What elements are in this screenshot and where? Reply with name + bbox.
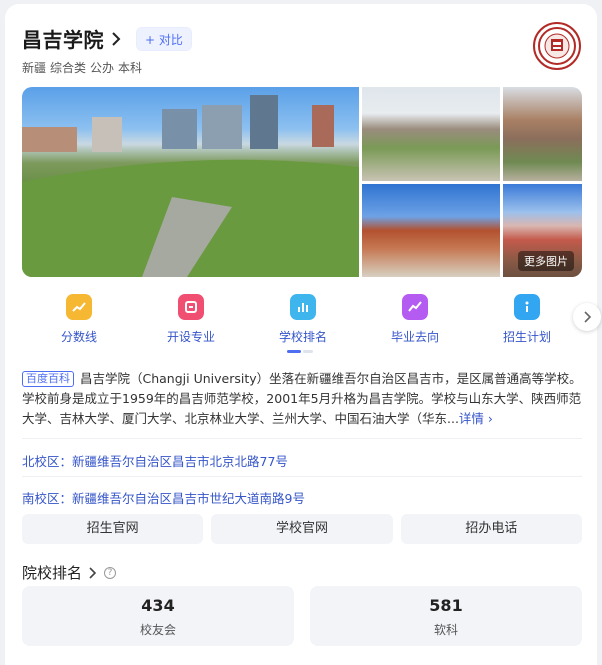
ranking-value: 581 bbox=[429, 596, 463, 615]
nav-item-enroll-plan[interactable]: 招生计划 bbox=[487, 294, 567, 345]
admissions-phone-button[interactable]: 招办电话 bbox=[400, 514, 582, 544]
chevron-right-icon bbox=[584, 311, 592, 323]
help-icon[interactable]: ? bbox=[104, 566, 117, 579]
tag-region: 新疆 bbox=[22, 61, 47, 75]
campus-south[interactable]: 南校区：新疆维吾尔自治区昌吉市世纪大道南路9号 bbox=[22, 488, 305, 507]
chevron-right-icon bbox=[89, 566, 97, 579]
nav-page-indicator-active bbox=[287, 350, 301, 353]
quick-nav: 分数线 开设专业 学校排名 毕业去向 招生计划 bbox=[22, 294, 582, 354]
nav-next-button[interactable] bbox=[573, 303, 601, 331]
nav-item-ranking[interactable]: 学校排名 bbox=[263, 294, 343, 345]
ranking-source: 校友会 bbox=[139, 623, 176, 637]
photo-gallery[interactable]: 更多图片 bbox=[22, 87, 582, 277]
divider bbox=[22, 476, 582, 477]
enroll-plan-icon bbox=[514, 294, 540, 320]
nav-label-enroll-plan: 招生计划 bbox=[502, 330, 551, 344]
card-header: 昌吉学院 + 对比 新疆 综合类 公办 本科 bbox=[22, 24, 192, 76]
tag-type: 综合类 bbox=[50, 61, 87, 75]
ranking-header[interactable]: 院校排名 ? bbox=[22, 562, 117, 583]
campus-photo-2[interactable] bbox=[362, 87, 500, 181]
major-icon bbox=[178, 294, 204, 320]
more-photos-button[interactable]: 更多图片 bbox=[518, 251, 574, 271]
school-site-button[interactable]: 学校官网 bbox=[211, 514, 393, 544]
link-buttons: 招生官网 学校官网 招办电话 bbox=[22, 514, 582, 544]
nav-label-career: 毕业去向 bbox=[390, 330, 439, 344]
ranking-icon bbox=[290, 294, 316, 320]
college-logo bbox=[533, 22, 581, 70]
nav-item-score-line[interactable]: 分数线 bbox=[39, 294, 119, 345]
ranking-source: 软科 bbox=[433, 623, 458, 637]
ranking-title: 院校排名 bbox=[22, 564, 83, 582]
chevron-right-icon[interactable] bbox=[110, 31, 122, 46]
nav-page-indicator bbox=[303, 350, 313, 353]
admissions-site-button[interactable]: 招生官网 bbox=[22, 514, 204, 544]
divider bbox=[22, 438, 582, 439]
tag-level: 本科 bbox=[118, 61, 143, 75]
college-title[interactable]: 昌吉学院 bbox=[22, 24, 104, 53]
intro-text: 昌吉学院（Changji University）坐落在新疆维吾尔自治区昌吉市，是… bbox=[22, 371, 582, 426]
ranking-card-shanghai[interactable]: 581 软科 bbox=[310, 586, 582, 646]
career-icon bbox=[402, 294, 428, 320]
nav-item-majors[interactable]: 开设专业 bbox=[151, 294, 231, 345]
source-tag[interactable]: 百度百科 bbox=[22, 371, 74, 387]
ranking-value: 434 bbox=[141, 596, 175, 615]
ranking-card-alumni[interactable]: 434 校友会 bbox=[22, 586, 294, 646]
campus-photo-4[interactable] bbox=[362, 184, 500, 277]
college-emblem-icon bbox=[538, 27, 576, 65]
college-card: 昌吉学院 + 对比 新疆 综合类 公办 本科 更多图片 分数线 开设专业 学校排… bbox=[5, 4, 601, 665]
tag-ownership: 公办 bbox=[90, 61, 115, 75]
nav-label-majors: 开设专业 bbox=[166, 330, 215, 344]
college-intro: 百度百科 昌吉学院（Changji University）坐落在新疆维吾尔自治区昌… bbox=[22, 369, 582, 429]
intro-more-link[interactable]: 详情 › bbox=[459, 411, 493, 426]
campus-photo-main[interactable] bbox=[22, 87, 359, 277]
nav-item-career[interactable]: 毕业去向 bbox=[375, 294, 455, 345]
campus-north[interactable]: 北校区：新疆维吾尔自治区昌吉市北京北路77号 bbox=[22, 451, 288, 470]
nav-label-ranking: 学校排名 bbox=[278, 330, 327, 344]
compare-button[interactable]: + 对比 bbox=[136, 26, 192, 51]
score-line-icon bbox=[66, 294, 92, 320]
nav-label-score-line: 分数线 bbox=[60, 330, 97, 344]
campus-buildings-icon bbox=[22, 95, 359, 277]
college-tags: 新疆 综合类 公办 本科 bbox=[22, 59, 192, 76]
campus-photo-5[interactable]: 更多图片 bbox=[503, 184, 582, 277]
campus-photo-3[interactable] bbox=[503, 87, 582, 181]
